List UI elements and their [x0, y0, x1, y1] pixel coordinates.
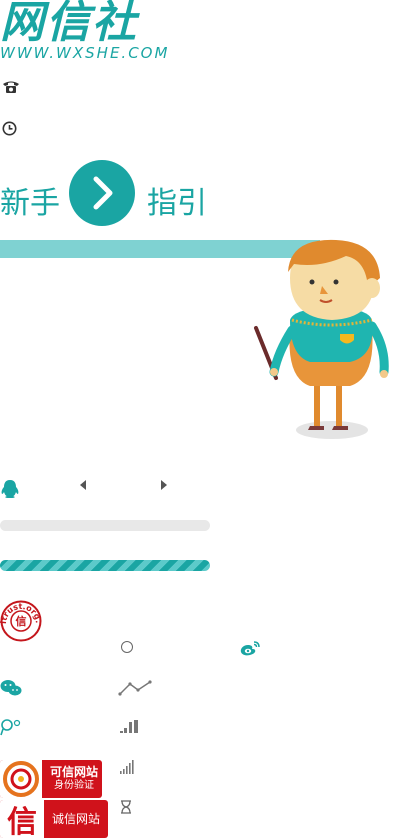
trusted-site-logo-icon — [0, 760, 42, 798]
site-logo[interactable]: 网信社 — [0, 0, 138, 46]
wechat-icon[interactable] — [0, 679, 22, 697]
line-chart-icon[interactable] — [118, 680, 152, 696]
progress-bar-striped — [0, 560, 210, 571]
qq-icon[interactable] — [0, 479, 20, 499]
hourglass-icon[interactable] — [120, 800, 132, 814]
guide-label-right[interactable]: 指引 — [147, 178, 207, 222]
mascot-illustration — [254, 239, 389, 439]
credit-site-logo-char: 信 — [7, 805, 37, 838]
credit-site-logo: 信 — [0, 800, 44, 838]
chevron-right-icon — [93, 176, 113, 210]
trusted-site-subtitle: 身份验证 — [54, 780, 94, 791]
trusted-site-badge[interactable]: 可信网站 身份验证 — [0, 760, 102, 798]
tencent-weibo-icon[interactable] — [0, 718, 22, 736]
credit-site-badge[interactable]: 信 诚信网站 — [0, 800, 108, 838]
phone-icon — [3, 81, 19, 93]
trusted-site-title: 可信网站 — [50, 765, 99, 779]
circle-icon[interactable] — [120, 640, 134, 654]
itrust-seal-char: 信 — [16, 614, 27, 628]
guide-button[interactable] — [69, 160, 135, 226]
progress-track — [0, 520, 210, 531]
guide-label-left[interactable]: 新手 — [0, 178, 60, 222]
caret-right-icon[interactable] — [160, 480, 168, 490]
credit-site-title: 诚信网站 — [52, 812, 101, 826]
clock-icon — [2, 121, 17, 136]
site-logo-url: WWW.WXSHE.COM — [0, 44, 170, 62]
equalizer-icon[interactable] — [120, 720, 140, 734]
itrust-seal[interactable]: itrust.org.cn 信 — [0, 600, 42, 642]
caret-left-icon[interactable] — [79, 480, 87, 490]
signal-bars-icon[interactable] — [120, 760, 136, 774]
weibo-icon[interactable] — [239, 640, 261, 657]
